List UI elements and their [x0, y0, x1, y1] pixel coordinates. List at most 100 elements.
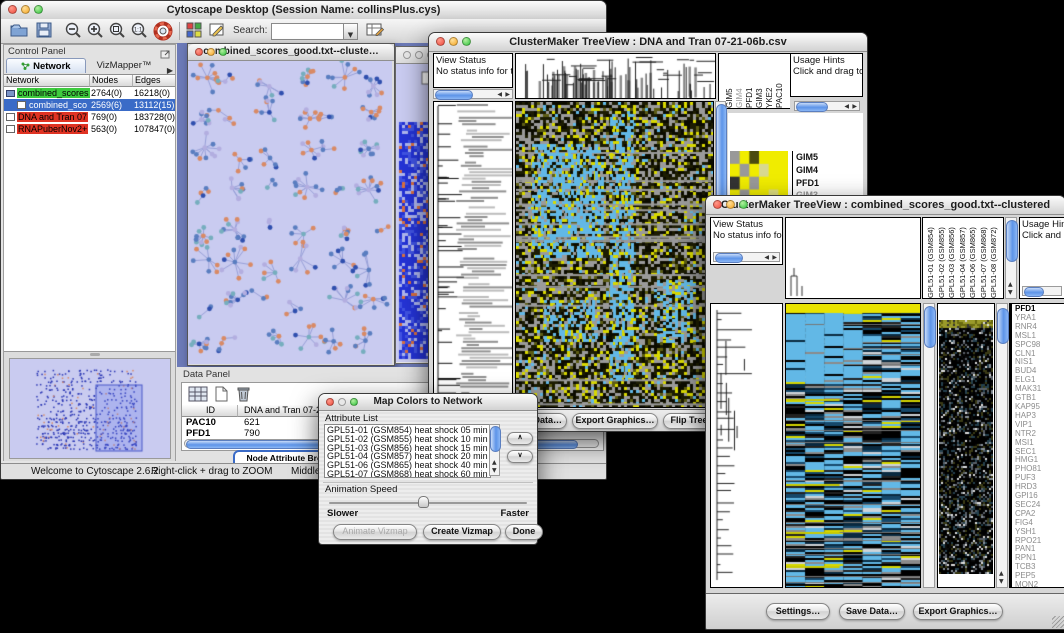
tv2-gene-label: RPO21 — [1015, 537, 1064, 546]
zoom-button[interactable] — [350, 398, 358, 406]
zoom-fit-icon[interactable] — [107, 21, 129, 41]
network-canvas[interactable] — [188, 61, 392, 364]
annotation-icon[interactable] — [207, 21, 229, 41]
network-view-titlebar[interactable]: combined_scores_good.txt--cluste… — [188, 44, 394, 61]
network-row[interactable]: RNAPuberNov2+ 563(0) 107847(0) — [4, 123, 175, 135]
speed-slider-thumb[interactable] — [418, 496, 429, 508]
control-panel: Control Panel Network VizMapper™ ▶ Netwo… — [3, 44, 176, 461]
tv2-labels-vscrollbar[interactable]: ▲ ▼ — [1005, 217, 1017, 299]
tv2-gene-label: MSL1 — [1015, 332, 1064, 341]
tv2-col-label: GPL51-03 (GSM856) — [947, 220, 958, 298]
close-button[interactable] — [403, 51, 411, 59]
svg-text:1:1: 1:1 — [134, 28, 143, 34]
splitter-handle[interactable] — [90, 353, 100, 356]
tv2-gene-label: PUF3 — [1015, 474, 1064, 483]
attribute-list-item[interactable]: GPL51-07 (GSM868) heat shock 60 min — [327, 470, 488, 478]
network-row[interactable]: combined_sco 2569(6) 13112(15) — [4, 99, 175, 111]
attribute-list-item[interactable]: GPL51-04 (GSM857) heat shock 20 min — [327, 452, 488, 461]
tv2-export-graphics-button[interactable]: Export Graphics… — [913, 603, 1003, 620]
tv2-hints-hscrollbar[interactable] — [1022, 286, 1062, 296]
attribute-list-item[interactable]: GPL51-01 (GSM854) heat shock 05 min — [327, 426, 488, 435]
resize-grip[interactable] — [1052, 616, 1064, 628]
tv1-export-graphics-button[interactable]: Export Graphics… — [572, 413, 658, 429]
tv2-status-hscrollbar[interactable]: ◀ ▶ — [713, 252, 780, 262]
attribute-list[interactable]: GPL51-01 (GSM854) heat shock 05 minGPL51… — [324, 424, 491, 478]
trash-icon[interactable] — [236, 385, 251, 407]
create-vizmap-button[interactable]: Create Vizmap — [423, 524, 501, 540]
tv2-gene-list[interactable]: PFD1YRA1RNR4MSL1SPC98CLN1NIS1BUD4ELG1MAK… — [1012, 303, 1064, 588]
network-row[interactable]: DNA and Tran 07 769(0) 183728(0) — [4, 111, 175, 123]
tv1-row-tree[interactable] — [433, 101, 513, 408]
tv2-settings-button[interactable]: Settings… — [766, 603, 830, 620]
network-row[interactable]: combined_scores 2764(0) 16218(0) — [4, 87, 175, 99]
close-button[interactable] — [326, 398, 334, 406]
zoom-button[interactable] — [219, 48, 227, 56]
network-type-icon — [6, 90, 15, 97]
tv2-heatmap-vscrollbar[interactable] — [923, 303, 935, 588]
search-input[interactable] — [271, 23, 345, 40]
zoom-in-icon[interactable] — [85, 21, 107, 41]
open-folder-icon[interactable] — [9, 21, 31, 41]
tv2-gene-label: KAP95 — [1015, 403, 1064, 412]
close-button[interactable] — [8, 5, 17, 14]
tab-network[interactable]: Network — [6, 58, 86, 73]
tv1-usage-hints: Usage Hints Click and drag to — [790, 53, 863, 97]
zoom-button[interactable] — [34, 5, 43, 14]
tv2-row-tree[interactable] — [710, 303, 783, 588]
vizmapper-palette-icon[interactable] — [185, 21, 207, 41]
attribute-list-item[interactable]: GPL51-03 (GSM856) heat shock 15 min — [327, 444, 488, 453]
tv2-rotated-labels: GPL51-01 (GSM854)GPL51-02 (GSM855)GPL51-… — [922, 217, 1004, 299]
zoom-out-icon[interactable] — [63, 21, 85, 41]
tv1-hints-hscrollbar[interactable]: ◀ ▶ — [794, 101, 860, 111]
move-up-button[interactable]: ∧ — [507, 432, 533, 445]
dialog-titlebar[interactable]: Map Colors to Network — [319, 394, 537, 411]
minimize-button[interactable] — [207, 48, 215, 56]
search-dropdown-button[interactable]: ▼ — [343, 23, 358, 40]
attribute-list-vscrollbar[interactable]: ▲ ▼ — [489, 424, 500, 476]
table-grid-icon[interactable] — [188, 386, 208, 407]
save-icon[interactable] — [35, 21, 57, 41]
zoom-actual-icon[interactable]: 1:1 — [129, 21, 151, 41]
treeview1-titlebar[interactable]: ClusterMaker TreeView : DNA and Tran 07-… — [429, 33, 867, 52]
close-button[interactable] — [436, 37, 445, 46]
close-button[interactable] — [713, 200, 722, 209]
zoom-button[interactable] — [462, 37, 471, 46]
table-edit-icon[interactable] — [365, 21, 387, 41]
tv2-gene-label: HMG1 — [1015, 456, 1064, 465]
tv2-gene-label: MAK31 — [1015, 385, 1064, 394]
tv2-gene-label: VIP1 — [1015, 421, 1064, 430]
attribute-list-item[interactable]: GPL51-06 (GSM865) heat shock 40 min — [327, 461, 488, 470]
attribute-list-item[interactable]: GPL51-02 (GSM855) heat shock 10 min — [327, 435, 488, 444]
tv2-gene-label: RPN1 — [1015, 554, 1064, 563]
minimize-button[interactable] — [726, 200, 735, 209]
done-button[interactable]: Done — [505, 524, 543, 540]
minimize-button[interactable] — [21, 5, 30, 14]
move-down-button[interactable]: ∨ — [507, 450, 533, 463]
main-titlebar[interactable]: Cytoscape Desktop (Session Name: collins… — [1, 1, 606, 20]
animate-vizmap-button[interactable]: Animate Vizmap — [333, 524, 417, 540]
tv2-view-status: View Status No status info for this view… — [710, 217, 783, 265]
help-lifebuoy-icon[interactable] — [153, 21, 175, 41]
tv2-heatmap[interactable] — [785, 303, 921, 588]
tv2-global-vscrollbar[interactable]: ▲ ▼ — [996, 303, 1008, 588]
minimize-button[interactable] — [415, 51, 423, 59]
close-button[interactable] — [195, 48, 203, 56]
tv1-heatmap[interactable] — [515, 101, 714, 408]
tv1-column-tree[interactable] — [515, 53, 716, 99]
zoom-button[interactable] — [739, 200, 748, 209]
minimize-button[interactable] — [449, 37, 458, 46]
tab-vizmapper[interactable]: VizMapper™ — [88, 58, 160, 73]
birdseye-canvas[interactable] — [9, 358, 171, 459]
tv2-global-heatmap[interactable] — [937, 303, 995, 588]
tv2-column-tree[interactable] — [785, 217, 921, 299]
tv2-usage-hints: Usage Hints Click and drag to — [1019, 217, 1064, 299]
tv2-save-data-button[interactable]: Save Data… — [839, 603, 905, 620]
treeview2-titlebar[interactable]: ClusterMaker TreeView : combined_scores_… — [706, 196, 1064, 215]
tv1-status-hscrollbar[interactable]: ◀ ▶ — [433, 89, 513, 99]
animation-speed-label: Animation Speed — [325, 484, 397, 495]
new-document-icon[interactable] — [214, 386, 228, 407]
tv2-gene-label: GPI16 — [1015, 492, 1064, 501]
data-panel-title: Data Panel — [183, 369, 230, 380]
minimize-button[interactable] — [338, 398, 346, 406]
tv2-gene-label: YRA1 — [1015, 314, 1064, 323]
